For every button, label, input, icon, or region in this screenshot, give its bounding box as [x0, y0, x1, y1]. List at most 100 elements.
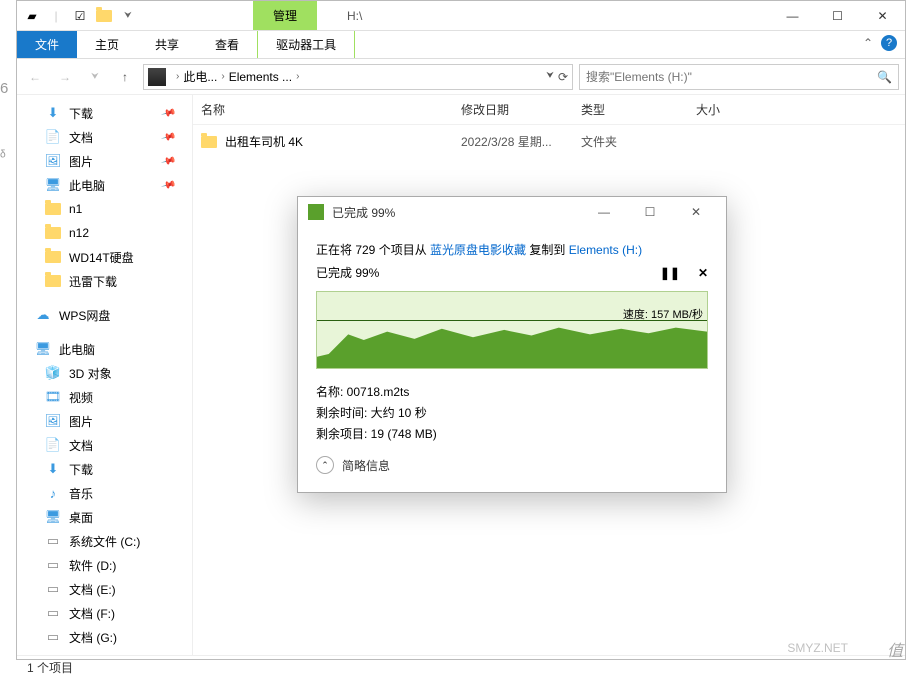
search-input[interactable]	[586, 70, 877, 84]
chevron-right-icon[interactable]: ›	[296, 71, 299, 82]
sidebar-item-label: n12	[69, 226, 89, 240]
sidebar-item-drive-g[interactable]: ▭文档 (G:)	[17, 625, 192, 649]
drive-icon: ▭	[45, 533, 61, 549]
qat-dropdown-icon[interactable]: ⮟	[118, 6, 138, 26]
picture-icon: 🖼	[45, 153, 61, 169]
detail-name: 名称: 00718.m2ts	[316, 383, 708, 400]
watermark-icon: 值	[887, 637, 904, 661]
folder-icon	[201, 136, 217, 148]
sidebar-item-n1[interactable]: n1	[17, 197, 192, 221]
recent-dropdown[interactable]: ⮟	[83, 65, 107, 89]
progress-percent: 已完成 99%	[316, 264, 379, 281]
sidebar-item-thispc[interactable]: 🖥 此电脑	[17, 337, 192, 361]
refresh-icon[interactable]: ⟳	[558, 70, 568, 84]
explorer-window: ▰ | ☑ ⮟ 管理 H:\ — ☐ ✕ 文件 主页 共享 查看 驱动器工具 ⌃…	[16, 0, 906, 660]
tab-share[interactable]: 共享	[137, 31, 197, 58]
chevron-right-icon[interactable]: ›	[176, 71, 179, 82]
up-button[interactable]: ↑	[113, 65, 137, 89]
sidebar-item-videos[interactable]: 🎞视频	[17, 385, 192, 409]
pause-button[interactable]: ❚❚	[660, 266, 680, 280]
sidebar-item-drive-e[interactable]: ▭文档 (E:)	[17, 577, 192, 601]
dialog-minimize-button[interactable]: —	[584, 199, 624, 225]
qat-divider: |	[46, 6, 66, 26]
sidebar-item-pictures[interactable]: 🖼图片📌	[17, 149, 192, 173]
ribbon-tabs: 文件 主页 共享 查看 驱动器工具 ⌃ ?	[17, 31, 905, 59]
column-date[interactable]: 修改日期	[461, 101, 581, 118]
source-link[interactable]: 蓝光原盘电影收藏	[430, 243, 526, 257]
sidebar-item-thispc-quick[interactable]: 🖥此电脑📌	[17, 173, 192, 197]
sidebar-item-label: 图片	[69, 413, 93, 430]
sidebar-item-label: 文档	[69, 437, 93, 454]
sidebar-item-label: 此电脑	[59, 341, 95, 358]
sidebar-item-sysdrive[interactable]: ▭系统文件 (C:)	[17, 529, 192, 553]
sidebar-item-documents2[interactable]: 📄 文档	[17, 433, 192, 457]
help-icon[interactable]: ?	[881, 35, 897, 51]
search-icon[interactable]: 🔍	[877, 70, 892, 84]
sidebar-item-wd14t[interactable]: WD14T硬盘	[17, 245, 192, 269]
back-button[interactable]: ←	[23, 65, 47, 89]
cube-icon: 🧊	[45, 365, 61, 381]
detail-remaining: 剩余项目: 19 (748 MB)	[316, 425, 708, 442]
sidebar-item-downloads[interactable]: ⬇下载📌	[17, 101, 192, 125]
sidebar-item-xunlei[interactable]: 迅雷下载	[17, 269, 192, 293]
cancel-button[interactable]: ✕	[698, 266, 708, 280]
file-row[interactable]: 出租车司机 4K 2022/3/28 星期... 文件夹	[193, 125, 905, 158]
tab-view[interactable]: 查看	[197, 31, 257, 58]
dialog-title: 已完成 99%	[332, 204, 584, 221]
more-label: 简略信息	[342, 457, 390, 474]
sidebar-item-label: WPS网盘	[59, 307, 110, 324]
sidebar-item-documents[interactable]: 📄文档📌	[17, 125, 192, 149]
column-name[interactable]: 名称	[201, 101, 461, 118]
sidebar-item-label: 文档	[69, 129, 93, 146]
sidebar-item-pictures2[interactable]: 🖼 图片	[17, 409, 192, 433]
column-size[interactable]: 大小	[696, 101, 776, 118]
breadcrumb[interactable]: 此电...	[183, 68, 217, 85]
computer-icon: 🖥	[45, 177, 61, 193]
sidebar-item-label: 文档 (F:)	[69, 605, 115, 622]
folder-icon	[45, 225, 61, 241]
navigation-pane: ⬇下载📌 📄文档📌 🖼图片📌 🖥此电脑📌 n1 n12 WD14T硬盘 迅雷下载…	[17, 95, 193, 655]
sidebar-item-music[interactable]: ♪音乐	[17, 481, 192, 505]
download-icon: ⬇	[45, 461, 61, 477]
chevron-right-icon[interactable]: ›	[221, 71, 224, 82]
picture-icon: 🖼	[45, 413, 61, 429]
sidebar-item-wps[interactable]: ☁ WPS网盘	[17, 303, 192, 327]
pin-icon: 📌	[160, 105, 176, 121]
drive-icon: ▭	[45, 581, 61, 597]
sidebar-item-drive-f[interactable]: ▭文档 (F:)	[17, 601, 192, 625]
sidebar-item-label: 下载	[69, 461, 93, 478]
sidebar-item-n12[interactable]: n12	[17, 221, 192, 245]
sidebar-item-desktop[interactable]: 🖥桌面	[17, 505, 192, 529]
window-title: H:\	[317, 1, 770, 30]
dialog-close-button[interactable]: ✕	[676, 199, 716, 225]
tab-drive-tools[interactable]: 驱动器工具	[257, 31, 355, 58]
search-box[interactable]: 🔍	[579, 64, 899, 90]
tab-home[interactable]: 主页	[77, 31, 137, 58]
folder-icon	[45, 201, 61, 217]
titlebar: ▰ | ☑ ⮟ 管理 H:\ — ☐ ✕	[17, 1, 905, 31]
minimize-button[interactable]: —	[770, 1, 815, 30]
ribbon-collapse-icon[interactable]: ⌃	[863, 36, 873, 50]
sidebar-item-label: 3D 对象	[69, 365, 112, 382]
address-dropdown-icon[interactable]: ⮟	[546, 70, 554, 84]
address-bar[interactable]: › 此电... › Elements ... › ⮟ ⟳	[143, 64, 573, 90]
computer-icon: 🖥	[35, 341, 51, 357]
sidebar-item-downloads2[interactable]: ⬇ 下载	[17, 457, 192, 481]
forward-button[interactable]: →	[53, 65, 77, 89]
dest-link[interactable]: Elements (H:)	[569, 243, 642, 257]
cloud-icon: ☁	[35, 307, 51, 323]
properties-icon[interactable]: ☑	[70, 6, 90, 26]
sidebar-item-drive-d[interactable]: ▭软件 (D:)	[17, 553, 192, 577]
maximize-button[interactable]: ☐	[815, 1, 860, 30]
breadcrumb[interactable]: Elements ...	[229, 70, 292, 84]
close-button[interactable]: ✕	[860, 1, 905, 30]
fewer-details-toggle[interactable]: ⌃ 简略信息	[316, 456, 708, 474]
dialog-maximize-button[interactable]: ☐	[630, 199, 670, 225]
copy-progress-dialog: 已完成 99% — ☐ ✕ 正在将 729 个项目从 蓝光原盘电影收藏 复制到 …	[297, 196, 727, 493]
tab-file[interactable]: 文件	[17, 31, 77, 58]
quick-access-toolbar: ▰ | ☑ ⮟	[17, 1, 143, 30]
document-icon: 📄	[45, 437, 61, 453]
column-type[interactable]: 类型	[581, 101, 696, 118]
file-name: 出租车司机 4K	[225, 133, 303, 150]
sidebar-item-3dobjects[interactable]: 🧊 3D 对象	[17, 361, 192, 385]
